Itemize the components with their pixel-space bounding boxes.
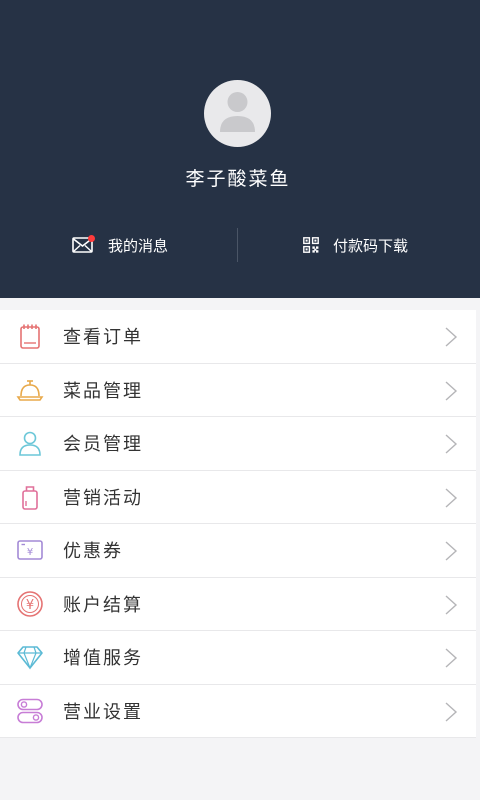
payment-code-download-button[interactable]: 付款码下载	[303, 228, 408, 262]
menu-item-label: 营业设置	[63, 701, 143, 723]
qr-code-icon	[303, 237, 319, 253]
order-icon	[20, 324, 40, 349]
diamond-icon	[17, 646, 43, 670]
chevron-right-icon	[445, 487, 458, 508]
member-icon	[19, 431, 41, 456]
chevron-right-icon	[445, 701, 458, 722]
menu-item-value-added-services[interactable]: 增值服务	[0, 631, 476, 685]
avatar[interactable]	[204, 80, 271, 147]
menu-item-dish-management[interactable]: 菜品管理	[0, 364, 476, 417]
shopping-bag-icon	[22, 485, 38, 510]
chevron-right-icon	[445, 594, 458, 615]
svg-text:¥: ¥	[27, 547, 33, 558]
menu-item-member-management[interactable]: 会员管理	[0, 417, 476, 471]
unread-dot	[88, 235, 95, 242]
username: 李子酸菜鱼	[185, 168, 291, 190]
toggle-settings-icon	[17, 698, 43, 723]
menu-item-label: 营销活动	[63, 487, 143, 509]
menu-list: 查看订单 菜品管理 会员管理 营销活动 ¥ 优惠券 ¥ 账户结算 增值服务 营业…	[0, 310, 476, 738]
chevron-right-icon	[445, 648, 458, 668]
menu-item-coupons[interactable]: ¥ 优惠券	[0, 524, 476, 578]
user-placeholder-icon	[220, 92, 255, 132]
menu-item-label: 账户结算	[63, 594, 143, 616]
menu-item-label: 会员管理	[63, 434, 143, 456]
my-messages-button[interactable]: 我的消息	[72, 228, 168, 262]
profile-header: 李子酸菜鱼 我的消息 付款码下载	[0, 0, 480, 298]
payment-code-label: 付款码下载	[333, 236, 409, 255]
menu-item-label: 菜品管理	[63, 380, 143, 402]
menu-item-label: 增值服务	[63, 648, 143, 670]
svg-text:¥: ¥	[26, 598, 34, 613]
dish-cloche-icon	[16, 379, 44, 401]
yuan-coin-icon: ¥	[17, 590, 43, 617]
menu-item-view-orders[interactable]: 查看订单	[0, 310, 476, 364]
menu-item-label: 优惠券	[63, 541, 123, 563]
chevron-right-icon	[445, 541, 458, 561]
chevron-right-icon	[445, 380, 458, 401]
menu-item-label: 查看订单	[63, 327, 143, 349]
menu-item-marketing[interactable]: 营销活动	[0, 471, 476, 524]
mail-icon	[72, 235, 95, 254]
coupon-icon: ¥	[17, 540, 43, 560]
menu-item-account-settlement[interactable]: ¥ 账户结算	[0, 578, 476, 631]
header-divider	[237, 228, 238, 262]
chevron-right-icon	[445, 434, 458, 454]
my-messages-label: 我的消息	[108, 236, 169, 255]
menu-item-business-settings[interactable]: 营业设置	[0, 685, 476, 738]
chevron-right-icon	[445, 327, 458, 347]
